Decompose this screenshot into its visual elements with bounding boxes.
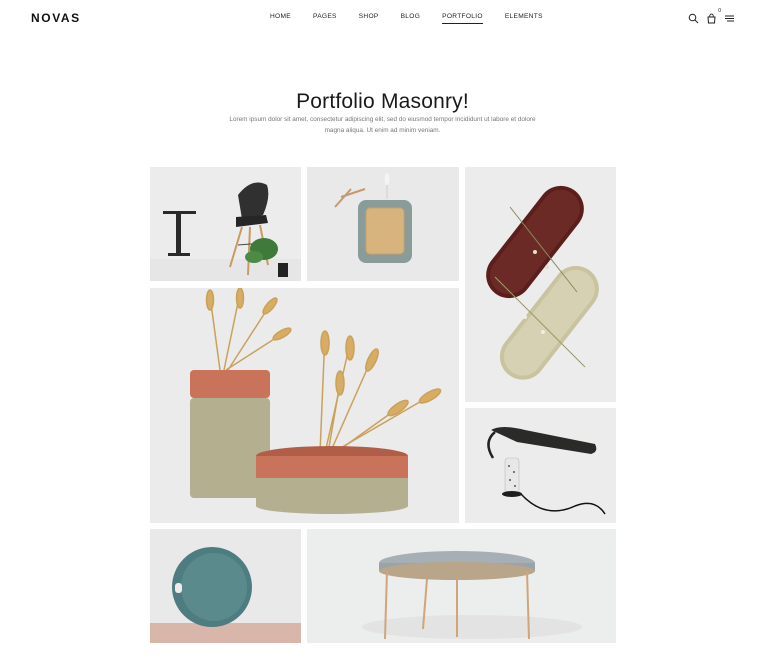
cart-icon[interactable]: 0 (706, 8, 721, 24)
nav-blog[interactable]: BLOG (401, 13, 421, 20)
portfolio-item-wall-lamp[interactable] (307, 167, 459, 281)
site-logo[interactable]: NOVAS (31, 11, 81, 25)
nav-shop[interactable]: SHOP (359, 13, 379, 20)
portfolio-item-coffee-table[interactable] (307, 529, 616, 643)
tray-image (150, 529, 301, 643)
lamp-image (465, 408, 616, 523)
tray-image (465, 167, 616, 402)
menu-icon[interactable] (724, 11, 735, 22)
nav-pages[interactable]: PAGES (313, 13, 337, 20)
portfolio-item-chair[interactable] (150, 167, 301, 281)
vase-image (150, 288, 459, 523)
search-icon[interactable] (688, 11, 699, 24)
nav-home[interactable]: HOME (270, 13, 291, 20)
portfolio-item-wheat-vases[interactable] (150, 288, 459, 523)
portfolio-item-round-tray[interactable] (150, 529, 301, 643)
table-image (307, 529, 616, 643)
main-navigation: HOME PAGES SHOP BLOG PORTFOLIO ELEMENTS (259, 13, 554, 24)
nav-portfolio[interactable]: PORTFOLIO (442, 13, 483, 24)
lamp-image (307, 167, 459, 281)
cart-count: 0 (718, 8, 721, 14)
portfolio-item-desk-lamp[interactable] (465, 408, 616, 523)
chair-image (150, 167, 301, 281)
page-title: Portfolio Masonry! (296, 90, 469, 114)
portfolio-item-oval-trays[interactable] (465, 167, 616, 402)
header-icons: 0 (681, 8, 735, 24)
site-header: NOVAS HOME PAGES SHOP BLOG PORTFOLIO ELE… (0, 0, 765, 36)
page-description: Lorem ipsum dolor sit amet, consectetur … (229, 116, 536, 135)
nav-elements[interactable]: ELEMENTS (505, 13, 543, 20)
